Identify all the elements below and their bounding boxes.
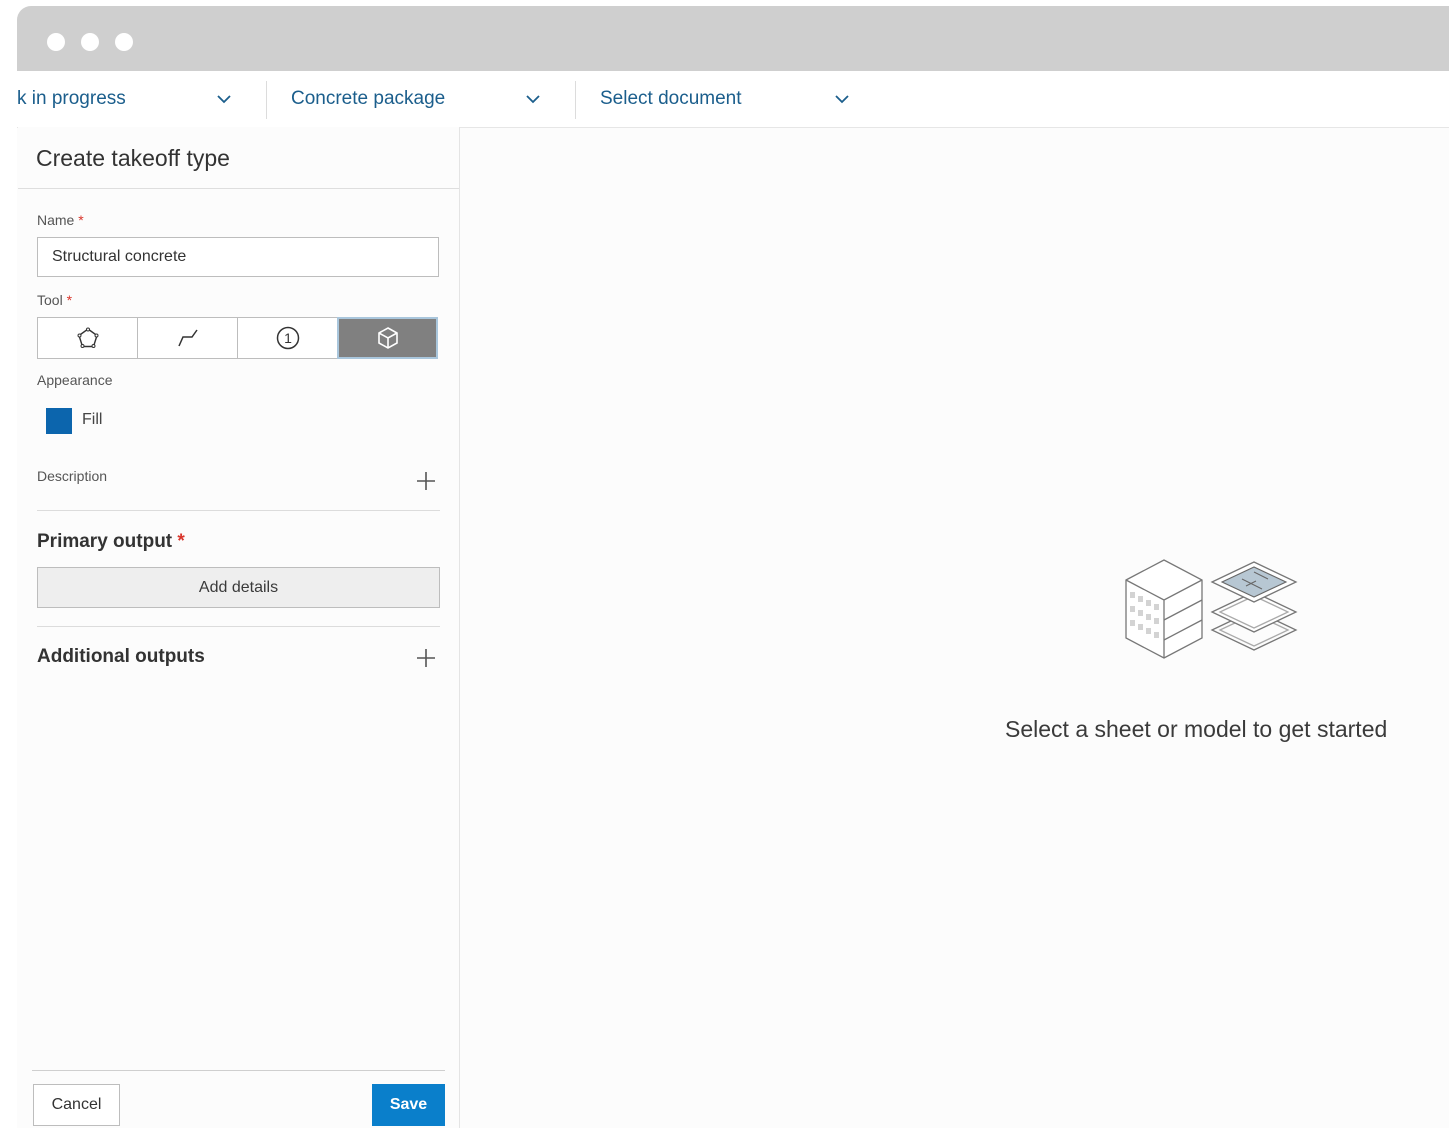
window-close-dot[interactable] xyxy=(47,33,65,51)
divider xyxy=(37,626,440,627)
add-description-plus-icon[interactable] xyxy=(416,471,436,491)
window-titlebar xyxy=(17,6,1449,71)
required-mark: * xyxy=(66,292,73,308)
name-label-text: Name xyxy=(37,212,75,228)
toolbar-divider xyxy=(266,81,267,119)
area-tool-icon xyxy=(77,327,98,348)
name-input-value: Structural concrete xyxy=(52,248,187,265)
top-toolbar: k in progress Concrete package Select do… xyxy=(17,71,1449,128)
building-and-sheets-icon xyxy=(1125,559,1298,659)
description-label: Description xyxy=(37,468,108,484)
save-label: Save xyxy=(389,1096,428,1113)
empty-state-message: Select a sheet or model to get started xyxy=(1005,716,1388,742)
fill-color-swatch[interactable] xyxy=(46,408,72,434)
name-input[interactable]: Structural concrete xyxy=(37,237,439,277)
package-dropdown-label: Concrete package xyxy=(291,88,446,109)
toolbar-divider xyxy=(575,81,576,119)
save-button[interactable]: Save xyxy=(372,1084,445,1126)
panel-title: Create takeoff type xyxy=(36,145,230,171)
cancel-button[interactable]: Cancel xyxy=(33,1084,120,1126)
chevron-down-icon xyxy=(526,95,540,104)
required-mark: * xyxy=(78,212,84,228)
primary-output-heading: Primary output * xyxy=(37,531,185,553)
tool-label: Tool * xyxy=(37,292,72,308)
divider xyxy=(32,1070,445,1071)
volume-tool-button[interactable] xyxy=(337,317,438,359)
count-tool-icon: 1 xyxy=(276,326,299,350)
svg-text:1: 1 xyxy=(284,330,292,346)
required-mark: * xyxy=(177,531,185,552)
chevron-down-icon xyxy=(835,95,849,104)
area-tool-button[interactable] xyxy=(37,317,138,359)
linear-tool-icon xyxy=(177,329,198,347)
status-dropdown[interactable]: k in progress xyxy=(17,71,247,127)
divider xyxy=(18,188,459,189)
tool-label-text: Tool xyxy=(37,292,63,308)
add-output-plus-icon[interactable] xyxy=(416,648,436,668)
create-takeoff-panel: Create takeoff type Name * Structural co… xyxy=(18,127,460,1128)
linear-tool-button[interactable] xyxy=(137,317,238,359)
window-maximize-dot[interactable] xyxy=(115,33,133,51)
package-dropdown[interactable]: Concrete package xyxy=(291,71,561,127)
fill-label: Fill xyxy=(82,411,103,428)
name-label: Name * xyxy=(37,212,84,228)
tool-selector: 1 xyxy=(37,317,441,359)
volume-tool-icon xyxy=(377,327,398,349)
chevron-down-icon xyxy=(217,95,231,104)
primary-output-label: Primary output xyxy=(37,531,173,552)
app-window: k in progress Concrete package Select do… xyxy=(17,6,1449,1128)
appearance-label: Appearance xyxy=(37,372,113,388)
additional-outputs-label: Additional outputs xyxy=(37,646,205,667)
window-minimize-dot[interactable] xyxy=(81,33,99,51)
empty-state-illustration xyxy=(1122,554,1307,659)
divider xyxy=(37,510,440,511)
status-dropdown-label: k in progress xyxy=(17,88,126,109)
document-dropdown[interactable]: Select document xyxy=(600,71,870,127)
cancel-label: Cancel xyxy=(51,1096,102,1113)
document-dropdown-label: Select document xyxy=(600,88,742,109)
add-details-label: Add details xyxy=(198,578,279,596)
add-details-button[interactable]: Add details xyxy=(37,567,440,608)
count-tool-button[interactable]: 1 xyxy=(237,317,338,359)
